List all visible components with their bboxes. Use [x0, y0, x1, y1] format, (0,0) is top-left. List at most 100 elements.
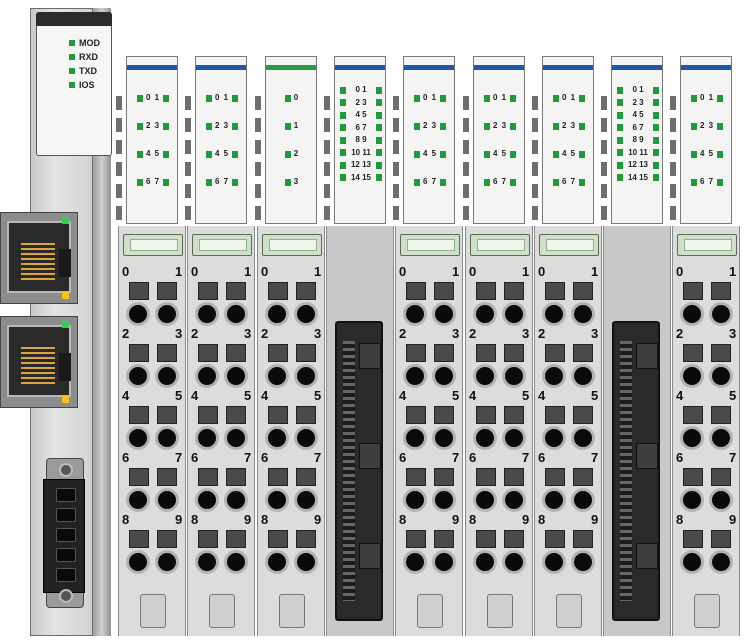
release-slot[interactable] [226, 344, 246, 362]
wire-entry-hole[interactable] [432, 488, 456, 512]
wire-entry-hole[interactable] [294, 550, 318, 574]
wire-entry-hole[interactable] [502, 488, 526, 512]
release-slot[interactable] [683, 530, 703, 548]
wire-entry-hole[interactable] [155, 364, 179, 388]
marker-label-slot[interactable] [123, 234, 183, 256]
release-slot[interactable] [406, 406, 426, 424]
release-slot[interactable] [198, 282, 218, 300]
wire-entry-hole[interactable] [542, 488, 566, 512]
marker-label-slot[interactable] [400, 234, 460, 256]
release-slot[interactable] [296, 344, 316, 362]
wire-entry-hole[interactable] [126, 364, 150, 388]
ribbon-connector[interactable] [612, 321, 660, 621]
wire-entry-hole[interactable] [155, 550, 179, 574]
release-slot[interactable] [198, 344, 218, 362]
release-slot[interactable] [683, 406, 703, 424]
release-slot[interactable] [573, 468, 593, 486]
wire-entry-hole[interactable] [265, 302, 289, 326]
ethernet-port-2[interactable] [0, 316, 78, 408]
release-slot[interactable] [711, 282, 731, 300]
wire-entry-hole[interactable] [195, 426, 219, 450]
wire-entry-hole[interactable] [709, 426, 733, 450]
wire-entry-hole[interactable] [542, 302, 566, 326]
release-slot[interactable] [545, 282, 565, 300]
release-slot[interactable] [434, 282, 454, 300]
wire-entry-hole[interactable] [265, 550, 289, 574]
wire-entry-hole[interactable] [294, 302, 318, 326]
release-slot[interactable] [268, 468, 288, 486]
release-slot[interactable] [157, 530, 177, 548]
wire-entry-hole[interactable] [155, 426, 179, 450]
wire-entry-hole[interactable] [224, 364, 248, 388]
release-slot[interactable] [406, 344, 426, 362]
release-slot[interactable] [545, 530, 565, 548]
release-slot[interactable] [683, 282, 703, 300]
release-slot[interactable] [711, 530, 731, 548]
release-lever[interactable] [417, 594, 443, 628]
release-slot[interactable] [226, 406, 246, 424]
release-slot[interactable] [157, 468, 177, 486]
wire-entry-hole[interactable] [265, 364, 289, 388]
release-slot[interactable] [573, 344, 593, 362]
release-slot[interactable] [406, 530, 426, 548]
wire-entry-hole[interactable] [265, 488, 289, 512]
release-lever[interactable] [140, 594, 166, 628]
wire-entry-hole[interactable] [571, 488, 595, 512]
release-slot[interactable] [573, 406, 593, 424]
wire-entry-hole[interactable] [502, 302, 526, 326]
release-slot[interactable] [683, 468, 703, 486]
release-lever[interactable] [209, 594, 235, 628]
wire-entry-hole[interactable] [432, 364, 456, 388]
release-slot[interactable] [573, 530, 593, 548]
wire-entry-hole[interactable] [224, 302, 248, 326]
release-slot[interactable] [268, 530, 288, 548]
release-slot[interactable] [504, 468, 524, 486]
wire-entry-hole[interactable] [473, 550, 497, 574]
wire-entry-hole[interactable] [195, 302, 219, 326]
release-lever[interactable] [556, 594, 582, 628]
release-slot[interactable] [434, 406, 454, 424]
release-slot[interactable] [545, 344, 565, 362]
release-slot[interactable] [545, 468, 565, 486]
release-slot[interactable] [268, 406, 288, 424]
wire-entry-hole[interactable] [502, 364, 526, 388]
marker-label-slot[interactable] [470, 234, 530, 256]
wire-entry-hole[interactable] [709, 302, 733, 326]
wire-entry-hole[interactable] [403, 302, 427, 326]
wire-entry-hole[interactable] [571, 426, 595, 450]
release-slot[interactable] [476, 530, 496, 548]
release-slot[interactable] [504, 406, 524, 424]
release-slot[interactable] [476, 406, 496, 424]
wire-entry-hole[interactable] [294, 364, 318, 388]
release-slot[interactable] [268, 282, 288, 300]
release-slot[interactable] [434, 468, 454, 486]
wire-entry-hole[interactable] [224, 426, 248, 450]
ethernet-port-1[interactable] [0, 212, 78, 304]
wire-entry-hole[interactable] [403, 364, 427, 388]
power-connector[interactable] [43, 458, 85, 608]
wire-entry-hole[interactable] [432, 426, 456, 450]
marker-label-slot[interactable] [539, 234, 599, 256]
wire-entry-hole[interactable] [709, 364, 733, 388]
wire-entry-hole[interactable] [195, 550, 219, 574]
release-lever[interactable] [487, 594, 513, 628]
wire-entry-hole[interactable] [473, 426, 497, 450]
wire-entry-hole[interactable] [195, 364, 219, 388]
marker-label-slot[interactable] [192, 234, 252, 256]
wire-entry-hole[interactable] [294, 426, 318, 450]
release-slot[interactable] [296, 530, 316, 548]
release-slot[interactable] [198, 406, 218, 424]
release-slot[interactable] [406, 282, 426, 300]
wire-entry-hole[interactable] [680, 426, 704, 450]
wire-entry-hole[interactable] [571, 550, 595, 574]
marker-label-slot[interactable] [262, 234, 322, 256]
release-slot[interactable] [129, 530, 149, 548]
release-slot[interactable] [434, 530, 454, 548]
wire-entry-hole[interactable] [502, 550, 526, 574]
marker-label-slot[interactable] [677, 234, 737, 256]
release-slot[interactable] [226, 530, 246, 548]
wire-entry-hole[interactable] [432, 550, 456, 574]
wire-entry-hole[interactable] [542, 550, 566, 574]
wire-entry-hole[interactable] [473, 364, 497, 388]
release-slot[interactable] [476, 282, 496, 300]
